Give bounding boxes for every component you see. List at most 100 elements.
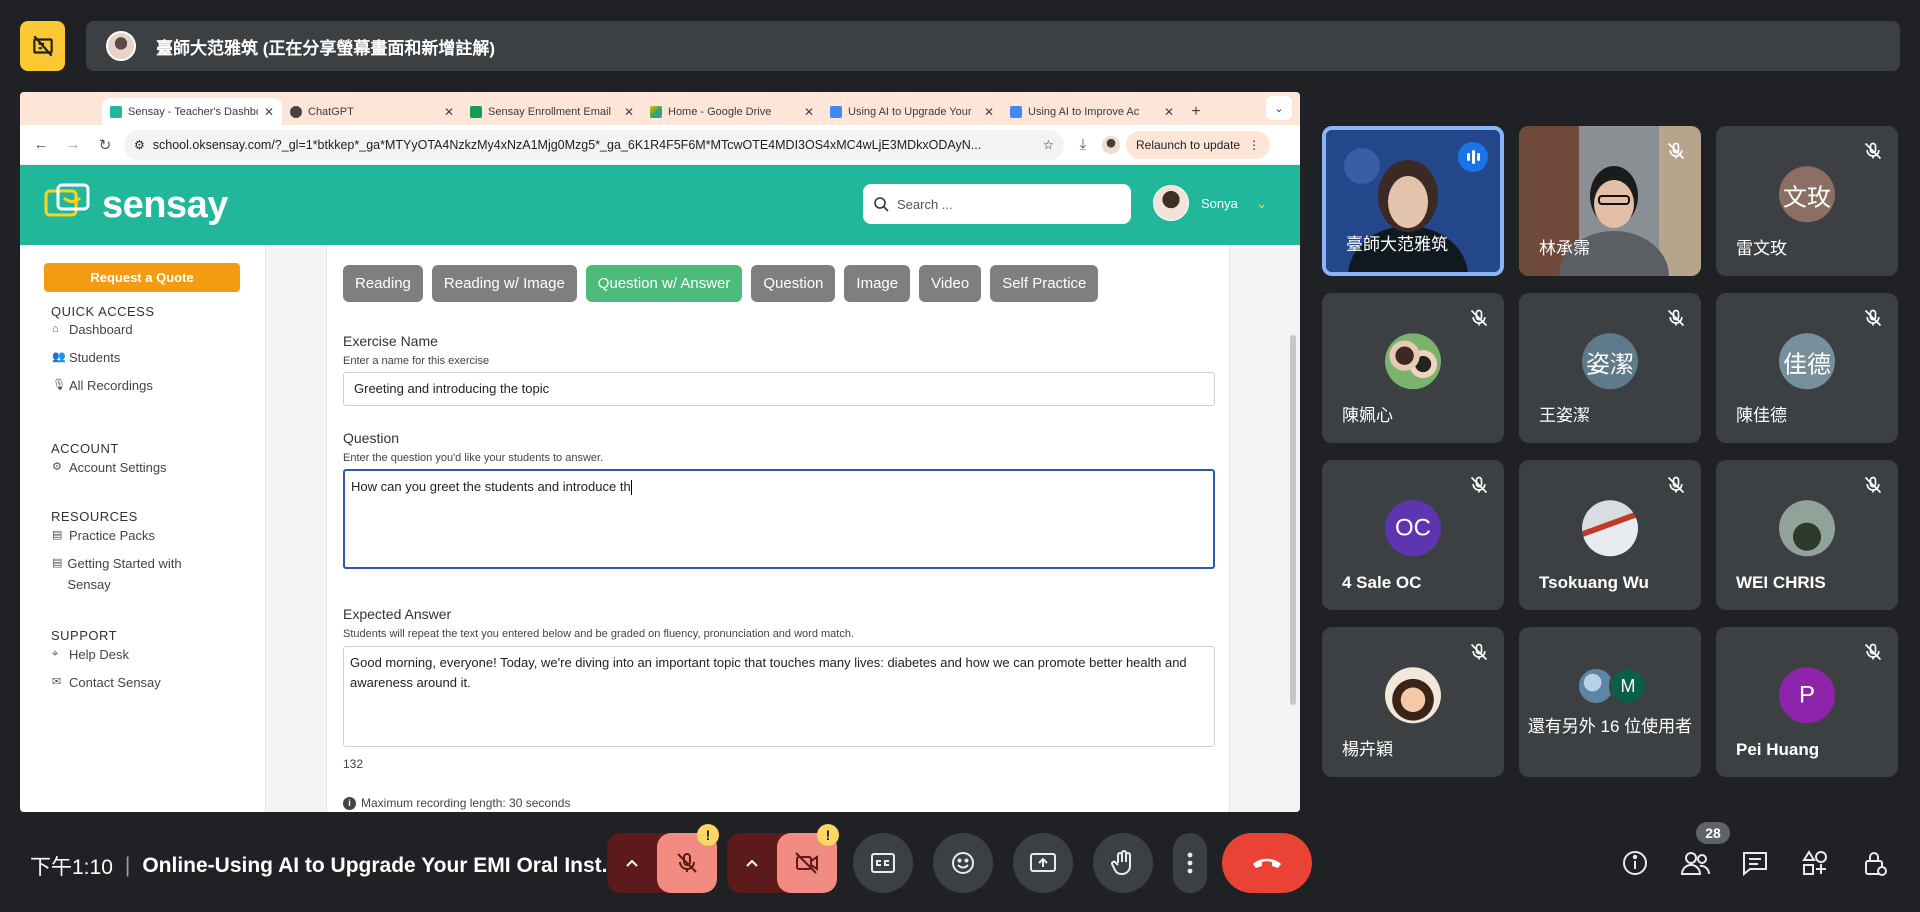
participant-name: Pei Huang [1736,740,1820,759]
download-icon[interactable]: ⤓ [1070,132,1096,158]
present-screen-button[interactable] [1013,833,1073,893]
divider: | [124,854,131,877]
participant-tile[interactable]: P Pei Huang [1716,627,1898,777]
participant-tile-speaker[interactable]: 臺師大范雅筑 [1322,126,1504,276]
sensay-logo-icon [44,183,94,227]
present-screen-icon [1030,853,1056,872]
participant-avatar [1385,333,1441,390]
sidebar-item-practice-packs[interactable]: ▤ Practice Packs [52,525,155,546]
participant-name: 王姿潔 [1539,406,1590,425]
browser-tab[interactable]: Home - Google Drive ✕ [642,98,822,125]
close-tab-icon[interactable]: ✕ [1164,105,1174,119]
type-reading-button[interactable]: Reading [343,265,423,302]
activities-icon[interactable] [1797,845,1833,881]
microphone-toggle-button[interactable]: ! [657,824,719,893]
user-menu[interactable]: Sonya ⌄ [1153,185,1268,221]
warning-icon: ! [697,824,719,846]
people-icon[interactable] [1677,845,1713,881]
site-info-icon[interactable]: ⚙ [134,138,145,152]
reactions-button[interactable] [933,833,993,893]
type-reading-image-button[interactable]: Reading w/ Image [431,265,577,302]
leave-call-button[interactable] [1222,833,1312,893]
new-tab-button[interactable]: + [1182,98,1210,125]
search-placeholder: Search ... [897,196,953,212]
raise-hand-button[interactable] [1093,833,1153,893]
sidebar-item-label: Dashboard [69,322,133,337]
sidebar-item-all-recordings[interactable]: 🎙 All Recordings [52,375,153,396]
type-video-button[interactable]: Video [919,265,982,302]
phone-hangup-icon [1253,858,1281,868]
participant-tile[interactable]: 楊卉穎 [1322,627,1504,777]
forward-icon[interactable]: → [60,132,86,158]
type-question-button[interactable]: Question [751,265,836,302]
browser-tab[interactable]: Using AI to Improve Ac ✕ [1002,98,1182,125]
more-options-button[interactable] [1173,833,1207,893]
sidebar-item-account-settings[interactable]: ⚙ Account Settings [52,457,167,478]
close-tab-icon[interactable]: ✕ [624,105,634,119]
close-tab-icon[interactable]: ✕ [444,105,454,119]
audio-options-chevron-up-icon[interactable] [607,833,657,893]
tab-title: Home - Google Drive [668,105,772,118]
exercise-name-field[interactable]: Greeting and introducing the topic [343,372,1215,406]
browser-tab[interactable]: Using AI to Upgrade Your ✕ [822,98,1002,125]
host-controls-lock-icon[interactable] [1857,845,1893,881]
request-quote-button[interactable]: Request a Quote [44,263,240,292]
sidebar-item-contact-sensay[interactable]: ✉ Contact Sensay [52,672,161,693]
bookmark-star-icon[interactable]: ☆ [1043,137,1054,152]
relaunch-label: Relaunch to update [1136,137,1241,152]
participant-tile[interactable]: 文玫 雷文玫 [1716,126,1898,276]
sidebar-heading: RESOURCES [51,509,138,524]
video-options-chevron-up-icon[interactable] [727,833,777,893]
sidebar-item-dashboard[interactable]: ⌂ Dashboard [52,319,133,340]
sidebar-item-students[interactable]: 👥 Students [52,347,120,368]
sidebar-heading: ACCOUNT [51,441,119,456]
profile-avatar[interactable] [1102,135,1120,154]
participant-avatar: 姿潔 [1582,333,1638,390]
exercise-editor-panel: Reading Reading w/ Image Question w/ Ans… [326,245,1230,812]
page-scrollbar[interactable] [1290,335,1296,705]
sidebar-item-help-desk[interactable]: ⌖ Help Desk [52,644,129,665]
sensay-logo[interactable]: sensay [44,183,228,227]
meeting-details: 下午1:10 | Online-Using AI to Upgrade Your… [30,851,619,881]
close-tab-icon[interactable]: ✕ [804,105,814,119]
participant-tile[interactable]: OC 4 Sale OC [1322,460,1504,610]
type-question-answer-button[interactable]: Question w/ Answer [585,265,743,302]
type-self-practice-button[interactable]: Self Practice [990,265,1099,302]
question-textarea[interactable]: How can you greet the students and intro… [343,469,1215,569]
home-icon: ⌂ [52,323,59,335]
sidebar-item-label: Contact Sensay [69,675,161,690]
camera-control-group: ! [727,824,839,893]
sidebar: Request a Quote QUICK ACCESS ⌂ Dashboard … [20,245,266,812]
address-bar[interactable]: ⚙ school.oksensay.com/?_gl=1*btkkep*_ga*… [124,129,1064,160]
participant-tile[interactable]: WEI CHRIS [1716,460,1898,610]
more-vert-icon [1187,852,1193,874]
participant-tile[interactable]: 佳德 陳佳德 [1716,293,1898,443]
back-icon[interactable]: ← [28,132,54,158]
participant-tile[interactable]: Tsokuang Wu [1519,460,1701,610]
sensay-header: sensay Search ... Sonya ⌄ [20,165,1300,245]
sidebar-item-getting-started[interactable]: ▤ Getting Started with Sensay [52,553,202,595]
captions-button[interactable] [853,833,913,893]
stop-presenting-icon[interactable] [20,21,65,71]
browser-tab[interactable]: ChatGPT ✕ [282,98,462,125]
search-input[interactable]: Search ... [863,184,1131,224]
close-tab-icon[interactable]: ✕ [264,105,274,119]
participant-tile-others[interactable]: M 還有另外 16 位使用者 [1519,627,1701,777]
participant-tile[interactable]: 林承霈 [1519,126,1701,276]
participant-tile[interactable]: 陳姵心 [1322,293,1504,443]
expected-answer-textarea[interactable]: Good morning, everyone! Today, we're div… [343,646,1215,747]
drive-favicon-icon [650,105,662,118]
tab-search-chevron-icon[interactable]: ⌄ [1266,96,1292,120]
meeting-info-icon[interactable] [1617,845,1653,881]
participant-tile[interactable]: 姿潔 王姿潔 [1519,293,1701,443]
chat-icon[interactable] [1737,845,1773,881]
reload-icon[interactable]: ↻ [92,132,118,158]
browser-tab[interactable]: Sensay Enrollment Email ✕ [462,98,642,125]
camera-toggle-button[interactable]: ! [777,824,839,893]
participant-avatar: P [1779,667,1835,724]
browser-tab[interactable]: Sensay - Teacher's Dashboard ✕ [102,98,282,125]
type-image-button[interactable]: Image [844,265,911,302]
relaunch-button[interactable]: Relaunch to update ⋮ [1126,130,1271,159]
tab-title: Using AI to Upgrade Your [848,105,972,118]
close-tab-icon[interactable]: ✕ [984,105,994,119]
